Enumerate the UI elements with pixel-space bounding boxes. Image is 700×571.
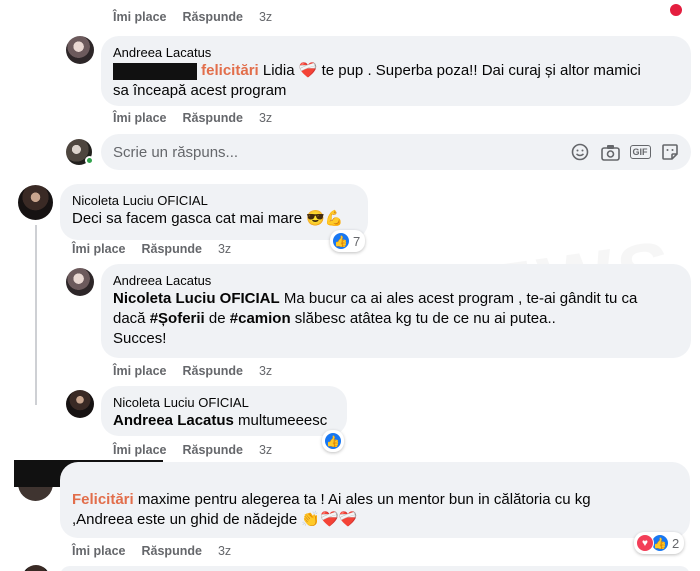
comment-bubble: Felicitări maxime pentru alegerea ta ! A… [60,462,690,538]
comment-actions: Îmi place Răspunde 3z [72,544,231,558]
like-link[interactable]: Îmi place [72,544,126,558]
reaction-summary[interactable]: 👍 [322,430,344,452]
reply-link[interactable]: Răspunde [183,364,243,378]
like-link[interactable]: Îmi place [113,10,167,24]
reaction-summary[interactable]: 👍 7 [330,230,366,252]
love-reaction-icon: ♥ [636,534,654,552]
reply-link[interactable]: Răspunde [142,544,202,558]
hashtag-link[interactable]: #camion [230,310,291,327]
comment-actions: Îmi place Răspunde 3z [113,443,272,457]
avatar[interactable] [22,565,50,571]
like-link[interactable]: Îmi place [113,443,167,457]
gif-label: GIF [629,145,651,159]
author-name[interactable]: Andreea Lacatus [113,272,679,289]
author-name[interactable]: Nicoleta Luciu OFICIAL [113,394,335,411]
comment-text: Andreea Lacatus multumeeesc [113,411,335,431]
reply-link[interactable]: Răspunde [142,242,202,256]
tag-link[interactable]: Felicitări [72,491,134,508]
comment-actions: Îmi place Răspunde 3z [72,242,231,256]
comment-bubble: Nicoleta Luciu OFICIAL Deci sa facem gas… [60,184,368,240]
reply-bubble: Nicoleta Luciu OFICIAL Andreea Lacatus m… [101,386,347,436]
like-reaction-icon: 👍 [324,432,342,450]
sticker-icon[interactable] [659,141,681,163]
like-reaction-icon: 👍 [332,232,350,250]
smiley-icon[interactable] [569,141,591,163]
like-link[interactable]: Îmi place [113,364,167,378]
timestamp[interactable]: 3z [259,10,272,24]
like-link[interactable]: Îmi place [113,111,167,125]
avatar[interactable] [66,268,94,296]
timestamp[interactable]: 3z [218,242,231,256]
author-name[interactable]: Andreea Lacatus [113,44,679,61]
comment-text-line2: ,Andreea este un ghid de nădejde 👏❤️‍🩹❤️… [72,511,358,528]
thread-line [35,225,37,405]
reply-link[interactable]: Răspunde [183,111,243,125]
comment-text-rest: Ma bucur ca ai ales acest program , te-a… [279,290,638,307]
redacted-name [113,62,197,80]
notification-dot [668,2,684,18]
reply-link[interactable]: Răspunde [183,10,243,24]
online-indicator [85,156,94,165]
avatar[interactable] [66,36,94,64]
comment-text-rest: Lidia ❤️‍🩹 te pup . Superba poza!! Dai c… [258,62,641,79]
comment-text: Felicitări maxime pentru alegerea ta ! A… [72,490,678,510]
comment-text: Deci sa facem gasca cat mai mare 😎💪 [72,210,344,227]
reaction-count: 2 [672,535,680,551]
comment-text: felicitări Lidia ❤️‍🩹 te pup . Superba p… [113,61,679,81]
comment-text-rest: maxime pentru alegerea ta ! Ai ales un m… [133,491,591,508]
tag-link[interactable]: felicitări [201,62,259,79]
timestamp[interactable]: 3z [259,111,272,125]
comment-text-line3: Succes! [113,330,167,347]
like-link[interactable]: Îmi place [72,242,126,256]
hashtag-link[interactable]: #Șoferii [150,310,205,327]
timestamp[interactable]: 3z [218,544,231,558]
reply-input[interactable] [101,143,569,161]
mention-link[interactable]: Andreea Lacatus [113,412,234,429]
comment-text-pre: dacă [113,310,150,327]
reply-box: GIF [101,134,691,170]
avatar[interactable] [66,390,94,418]
comment-actions: Îmi place Răspunde 3z [113,364,272,378]
comment-text-mid: de [204,310,230,327]
comment-text-rest: slăbesc atâtea kg tu de ce nu ai putea.. [290,310,556,327]
comment-text-line2: dacă #Șoferii de #camion slăbesc atâtea … [113,309,679,329]
author-name[interactable]: Nicoleta Luciu OFICIAL [72,192,356,209]
reply-bubble: Andreea Lacatus Nicoleta Luciu OFICIAL M… [101,264,691,358]
comment-bubble [60,566,690,571]
mention-link[interactable]: Nicoleta Luciu OFICIAL [113,290,280,307]
comment-text-rest: multumeeesc [233,412,328,429]
comment-actions: Îmi place Răspunde 3z [113,111,272,125]
comment-text-line2: sa înceapă acest program [113,82,287,99]
camera-icon[interactable] [599,141,621,163]
avatar[interactable] [18,185,53,220]
reaction-count: 7 [353,233,361,249]
reaction-summary[interactable]: ♥ 👍 2 [634,532,685,554]
comment-text: Nicoleta Luciu OFICIAL Ma bucur ca ai al… [113,289,679,309]
comment-actions: Îmi place Răspunde 3z [113,10,272,24]
reply-bubble: Andreea Lacatus felicitări Lidia ❤️‍🩹 te… [101,36,691,106]
timestamp[interactable]: 3z [259,443,272,457]
gif-icon[interactable]: GIF [629,141,651,163]
reply-link[interactable]: Răspunde [183,443,243,457]
timestamp[interactable]: 3z [259,364,272,378]
